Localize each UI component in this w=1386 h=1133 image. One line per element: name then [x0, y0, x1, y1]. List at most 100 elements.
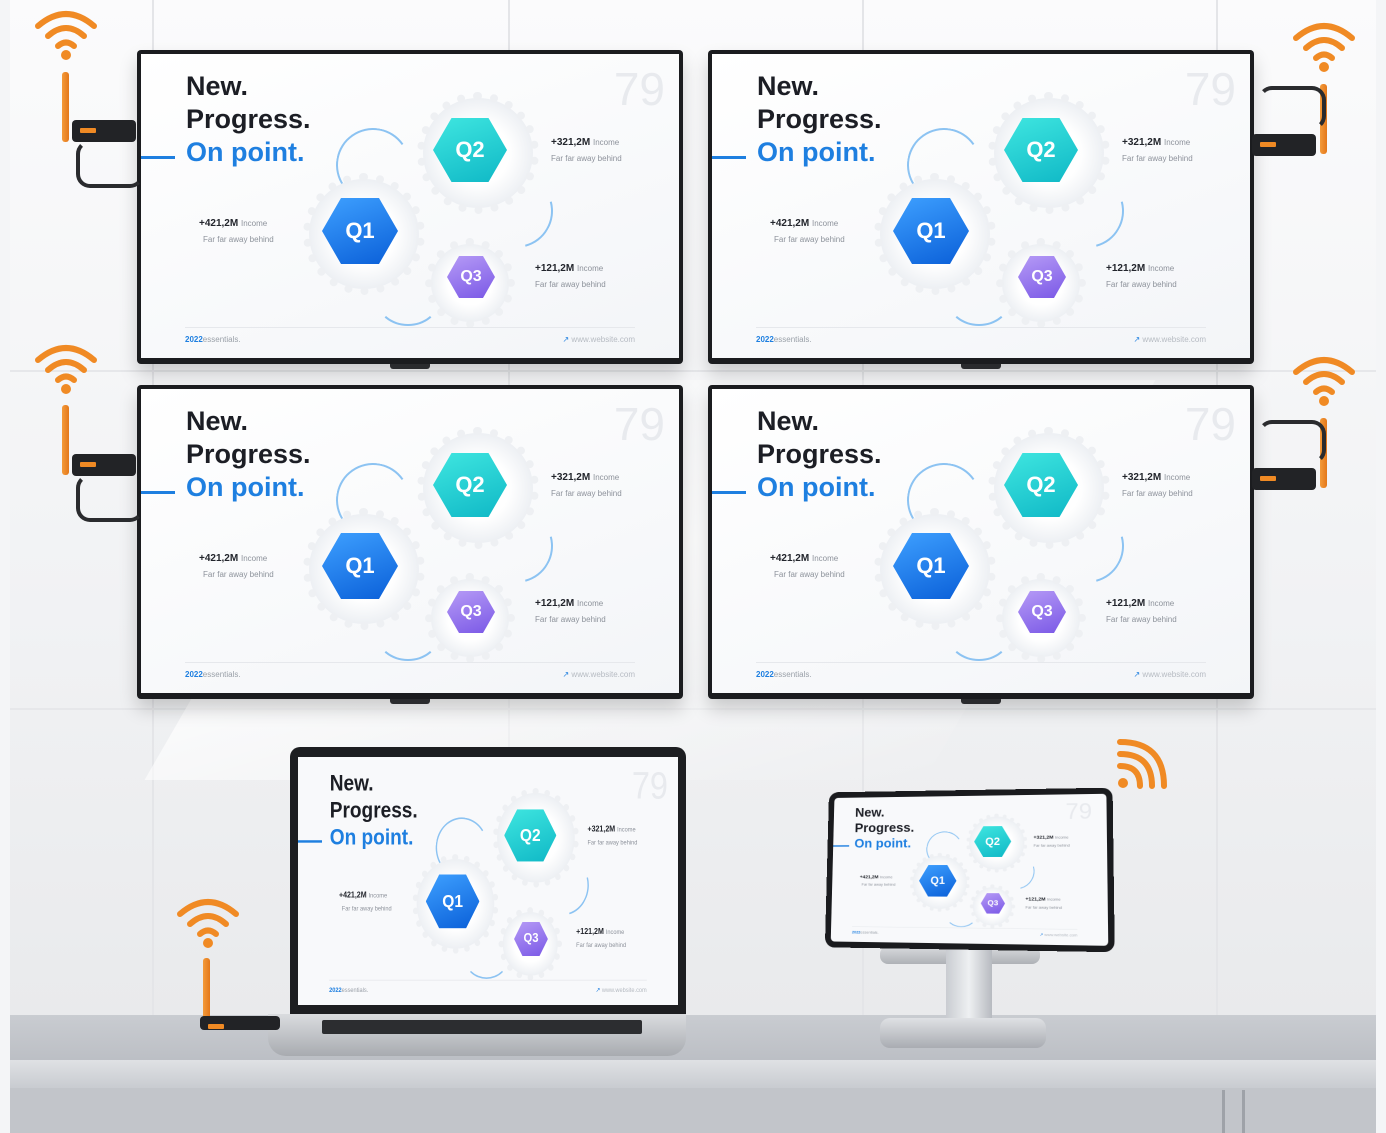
stat-unit: Income: [1148, 599, 1174, 608]
slide-headline: New. Progress. On point.: [757, 70, 882, 169]
stat-q1-sub: Far far away behind: [774, 570, 845, 579]
laptop-keyboard: [322, 1020, 642, 1034]
footer-year: 2022: [852, 930, 861, 934]
headline-dash: [141, 491, 175, 494]
slide-footer-right: ↗ www.website.com: [596, 986, 647, 993]
tv-bottom-right: 79 New. Progress. On point. Q2 Q1 Q3 +32…: [708, 385, 1254, 699]
slide-footer-left: 2022essentials.: [852, 930, 879, 935]
stat-q2-value: +321,2M: [1122, 472, 1161, 483]
tv-top-right: 79 New. Progress. On point. Q2 Q1 Q3 +32…: [708, 50, 1254, 364]
stat-q1: +421,2M Income: [199, 218, 267, 229]
arrow-icon: ↗: [1040, 933, 1043, 938]
stat-q2-value: +321,2M: [587, 825, 615, 834]
hdmi-dongle-icon: [1252, 468, 1316, 490]
wall-seam: [10, 370, 1376, 372]
footer-year: 2022: [329, 986, 342, 993]
slide-page-number: 79: [614, 62, 665, 116]
stat-q3: +121,2M Income: [1106, 263, 1174, 274]
headline-line-1: New.: [757, 70, 882, 103]
laptop-screen: 79 New. Progress. On point. Q2 Q1 Q3 +32…: [298, 757, 678, 1005]
stat-q2-value: +321,2M: [551, 472, 590, 483]
stat-unit: Income: [606, 928, 625, 935]
footer-label: essentials.: [203, 335, 241, 344]
stat-q3: +121,2M Income: [535, 263, 603, 274]
headline-line-3: On point.: [186, 136, 311, 169]
footer-year: 2022: [185, 670, 203, 679]
tv-mount: [390, 699, 430, 704]
headline-line-2: Progress.: [330, 797, 418, 824]
slide-footer-left: 2022essentials.: [329, 986, 368, 993]
stat-q3: +121,2M Income: [1025, 897, 1060, 903]
tv-screen: 79 New. Progress. On point. Q2 Q1 Q3 +32…: [141, 54, 679, 358]
wifi-icon: [34, 8, 98, 60]
stat-q2-value: +321,2M: [1122, 137, 1161, 148]
table-front: [10, 1088, 1376, 1133]
footer-url: www.website.com: [1044, 933, 1077, 938]
tv-screen: 79 New. Progress. On point. Q2 Q1 Q3 +32…: [141, 389, 679, 693]
slide-headline: New. Progress. On point.: [186, 70, 311, 169]
stat-q2-sub: Far far away behind: [587, 839, 637, 846]
stat-q1-value: +421,2M: [860, 874, 879, 879]
slide-page-number: 79: [632, 764, 668, 808]
footer-url: www.website.com: [571, 670, 635, 679]
slide-footer-right: ↗ www.website.com: [562, 670, 635, 679]
stat-unit: Income: [369, 892, 388, 899]
slide-footer-right: ↗ www.website.com: [562, 335, 635, 344]
antenna-icon: [62, 405, 69, 475]
stat-q2-value: +321,2M: [1034, 835, 1054, 840]
tv-screen: 79 New. Progress. On point. Q2 Q1 Q3 +32…: [712, 389, 1250, 693]
stat-unit: Income: [1164, 138, 1190, 147]
footer-url: www.website.com: [1142, 670, 1206, 679]
stat-q1-value: +421,2M: [770, 553, 809, 564]
headline-dash: [833, 845, 849, 846]
wifi-icon: [176, 896, 240, 948]
tv-screen: 79 New. Progress. On point. Q2 Q1 Q3 +32…: [712, 54, 1250, 358]
slide-page-number: 79: [1065, 798, 1092, 825]
footer-rule: [329, 980, 647, 981]
footer-rule: [852, 926, 1077, 929]
arrow-icon: ↗: [562, 335, 569, 344]
slide-footer-left: 2022essentials.: [185, 335, 241, 344]
headline-dash: [141, 156, 175, 159]
stat-q2-sub: Far far away behind: [1034, 843, 1070, 848]
headline-line-1: New.: [330, 770, 418, 797]
tablet-slide: 79 New. Progress. On point. Q2 Q1 Q3 +32…: [831, 794, 1101, 945]
stat-unit: Income: [812, 219, 838, 228]
stat-unit: Income: [241, 219, 267, 228]
footer-url: www.website.com: [602, 986, 647, 993]
stat-q1-value: +421,2M: [339, 891, 367, 900]
slide-footer-right: ↗ www.website.com: [1040, 933, 1078, 938]
stat-unit: Income: [1148, 264, 1174, 273]
tv-mount: [961, 699, 1001, 704]
headline-line-2: Progress.: [186, 103, 311, 136]
slide-headline: New. Progress. On point.: [186, 405, 311, 504]
stat-q2: +321,2M Income: [1034, 835, 1069, 841]
tablet: 79 New. Progress. On point. Q2 Q1 Q3 +32…: [825, 788, 1115, 953]
hdmi-cable: [1258, 86, 1326, 130]
drawer-seam: [1222, 1090, 1225, 1133]
footer-label: essentials.: [774, 670, 812, 679]
headline-line-1: New.: [855, 804, 915, 820]
stat-q1-sub: Far far away behind: [342, 905, 392, 912]
slide-headline: New. Progress. On point.: [330, 770, 418, 851]
stat-q1-value: +421,2M: [199, 553, 238, 564]
slide-footer-right: ↗ www.website.com: [1133, 335, 1206, 344]
footer-label: essentials.: [860, 930, 878, 935]
stat-q1-sub: Far far away behind: [203, 570, 274, 579]
slide-page-number: 79: [1185, 397, 1236, 451]
stat-unit: Income: [617, 826, 636, 833]
stat-q3-value: +121,2M: [535, 598, 574, 609]
tablet-screen: 79 New. Progress. On point. Q2 Q1 Q3 +32…: [831, 794, 1109, 946]
stat-q2-sub: Far far away behind: [1122, 154, 1193, 163]
hdmi-dongle-icon: [1252, 134, 1316, 156]
tv-mount: [961, 364, 1001, 369]
hdmi-dongle-icon: [200, 1016, 280, 1030]
stat-q2-sub: Far far away behind: [551, 154, 622, 163]
stat-q3-value: +121,2M: [535, 263, 574, 274]
stat-unit: Income: [880, 875, 893, 879]
stat-q1: +421,2M Income: [770, 218, 838, 229]
stat-q3-value: +121,2M: [1106, 598, 1145, 609]
stat-q1-sub: Far far away behind: [774, 235, 845, 244]
stat-q1-sub: Far far away behind: [862, 882, 896, 886]
slide-page-number: 79: [1185, 62, 1236, 116]
